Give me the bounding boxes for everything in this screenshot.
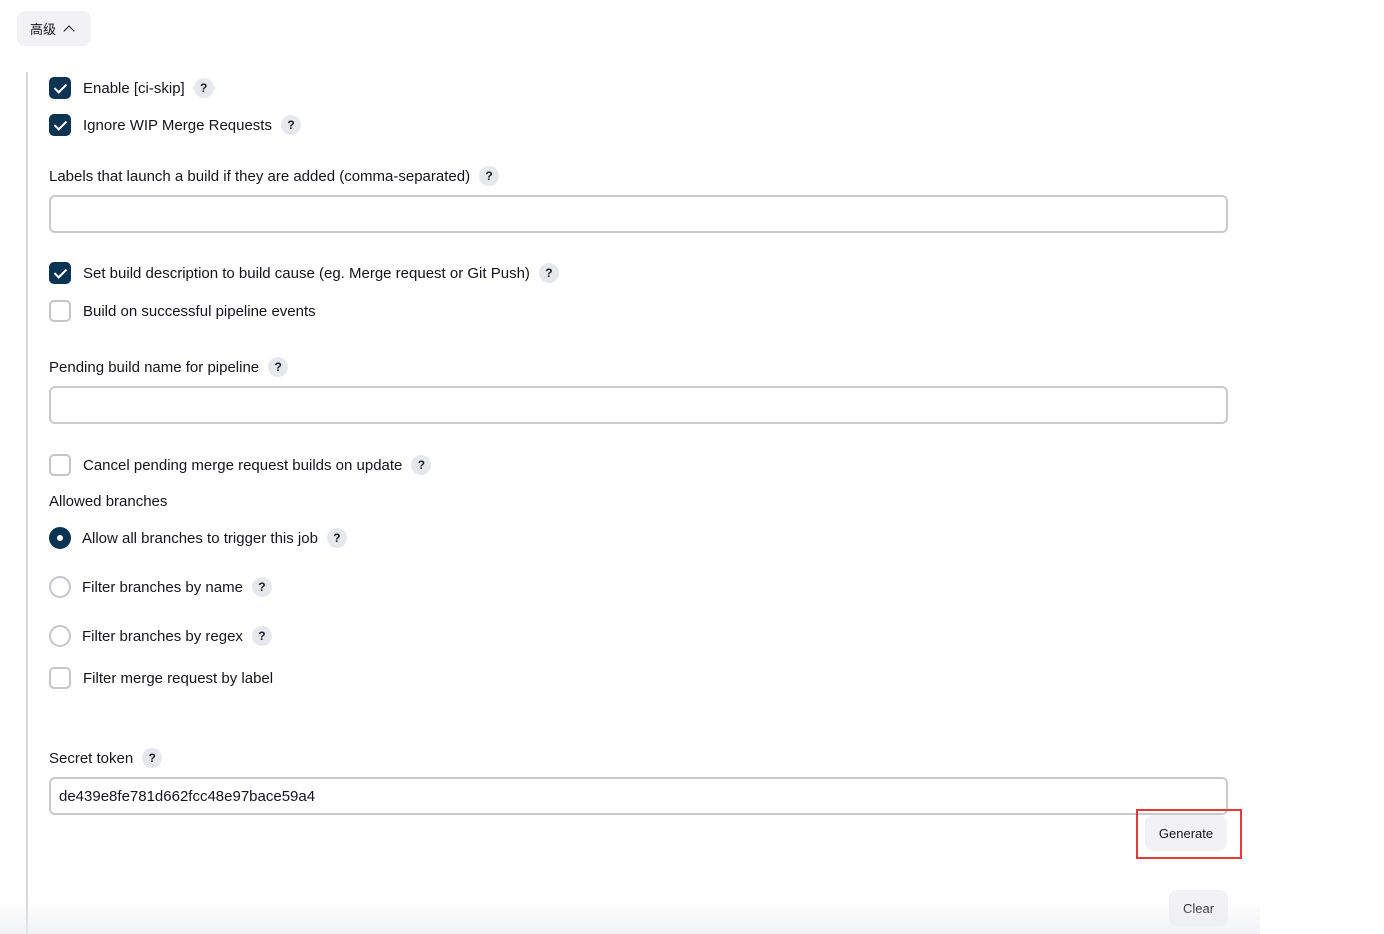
labels-launch-input[interactable] (49, 195, 1228, 233)
help-icon[interactable]: ? (268, 357, 289, 377)
help-icon[interactable]: ? (251, 577, 272, 597)
cancel-pending-option: Cancel pending merge request builds on u… (49, 453, 432, 477)
pipeline-events-option: Build on successful pipeline events (49, 299, 316, 323)
help-icon[interactable]: ? (280, 115, 301, 135)
set-description-label: Set build description to build cause (eg… (83, 264, 530, 282)
filter-by-regex-label: Filter branches by regex (82, 627, 243, 645)
advanced-toggle-label: 高级 (30, 22, 57, 37)
secret-token-label: Secret token (49, 749, 134, 767)
ci-skip-option: Enable [ci-skip] ? (49, 76, 214, 100)
pending-build-name-label: Pending build name for pipeline (49, 358, 260, 376)
filter-by-name-option: Filter branches by name ? (49, 575, 272, 599)
ci-skip-checkbox[interactable] (49, 77, 71, 99)
allowed-branches-heading: Allowed branches (49, 489, 167, 513)
bottom-fade (0, 900, 1260, 934)
secret-token-heading: Secret token ? (49, 746, 163, 770)
filter-by-label-label: Filter merge request by label (83, 669, 274, 687)
ignore-wip-checkbox[interactable] (49, 114, 71, 136)
allow-all-branches-radio[interactable] (49, 527, 71, 549)
clear-button[interactable]: Clear (1169, 890, 1228, 926)
help-icon[interactable]: ? (411, 455, 432, 475)
advanced-toggle-button[interactable]: 高级 (17, 11, 91, 46)
allow-all-branches-label: Allow all branches to trigger this job (82, 529, 318, 547)
allow-all-branches-option: Allow all branches to trigger this job ? (49, 526, 347, 550)
filter-by-label-option: Filter merge request by label (49, 666, 273, 690)
cancel-pending-checkbox[interactable] (49, 454, 71, 476)
secret-token-input[interactable] (49, 777, 1228, 815)
help-icon[interactable]: ? (251, 626, 272, 646)
section-divider (26, 72, 28, 934)
pending-build-name-heading: Pending build name for pipeline ? (49, 355, 289, 379)
ci-skip-label: Enable [ci-skip] (83, 79, 185, 97)
help-icon[interactable]: ? (142, 748, 163, 768)
help-icon[interactable]: ? (479, 166, 500, 186)
filter-by-name-label: Filter branches by name (82, 578, 243, 596)
allowed-branches-label: Allowed branches (49, 492, 168, 510)
filter-by-label-checkbox[interactable] (49, 667, 71, 689)
chevron-up-icon (63, 24, 75, 37)
filter-by-regex-radio[interactable] (49, 625, 71, 647)
set-description-option: Set build description to build cause (eg… (49, 261, 559, 285)
filter-by-regex-option: Filter branches by regex ? (49, 624, 272, 648)
pipeline-events-checkbox[interactable] (49, 300, 71, 322)
generate-button[interactable]: Generate (1145, 815, 1227, 851)
cancel-pending-label: Cancel pending merge request builds on u… (83, 456, 403, 474)
ignore-wip-label: Ignore WIP Merge Requests (83, 116, 272, 134)
help-icon[interactable]: ? (326, 528, 347, 548)
help-icon[interactable]: ? (193, 78, 214, 98)
help-icon[interactable]: ? (538, 263, 559, 283)
pending-build-name-input[interactable] (49, 386, 1228, 424)
set-description-checkbox[interactable] (49, 262, 71, 284)
labels-launch-label: Labels that launch a build if they are a… (49, 167, 471, 185)
ignore-wip-option: Ignore WIP Merge Requests ? (49, 113, 301, 137)
filter-by-name-radio[interactable] (49, 576, 71, 598)
pipeline-events-label: Build on successful pipeline events (83, 302, 316, 320)
labels-launch-heading: Labels that launch a build if they are a… (49, 164, 500, 188)
